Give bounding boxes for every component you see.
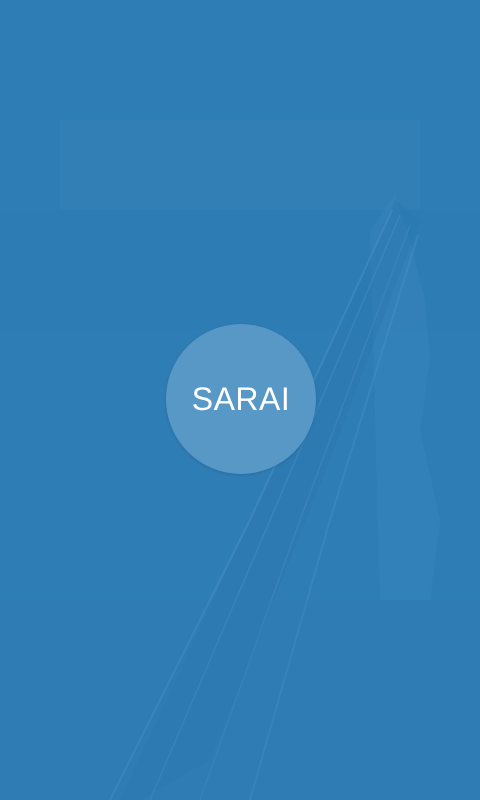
splash-screen: SARAI	[0, 0, 480, 800]
app-logo-text: SARAI	[191, 380, 291, 417]
app-logo: SARAI	[166, 324, 316, 474]
